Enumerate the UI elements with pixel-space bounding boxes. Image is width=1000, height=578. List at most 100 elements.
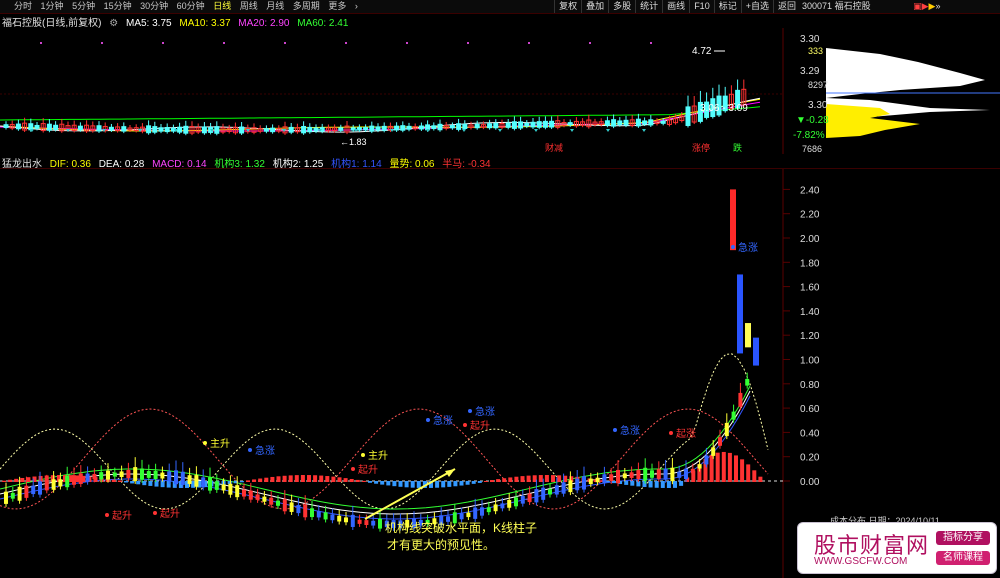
back-button[interactable]: 返回 bbox=[772, 0, 800, 13]
annotation-line1: 机构线突破水平面，K线柱子 bbox=[385, 520, 537, 535]
macd-bar bbox=[624, 481, 629, 485]
tab-15min[interactable]: 15分钟 bbox=[104, 0, 132, 13]
nav-icon[interactable]: » bbox=[935, 1, 940, 11]
tag-die: 跌 bbox=[733, 143, 742, 153]
macd-bar bbox=[14, 478, 19, 482]
indicator-candle bbox=[44, 482, 49, 491]
badge-indicator-share: 指标分享 bbox=[936, 531, 990, 545]
main-candle bbox=[549, 120, 555, 128]
tab-more[interactable]: 更多 bbox=[328, 0, 346, 13]
marker-dot bbox=[40, 42, 42, 44]
indicator-chart[interactable]: 2.40 2.20 2.00 1.80 1.60 1.40 1.20 1.00 0.80 0.60… bbox=[0, 169, 1000, 578]
tab-monthly[interactable]: 月线 bbox=[266, 0, 284, 13]
macd-bar bbox=[398, 481, 403, 487]
main-candle bbox=[493, 122, 499, 129]
main-candle bbox=[363, 127, 369, 131]
tab-1min[interactable]: 1分钟 bbox=[41, 0, 64, 13]
side-label-7686: 7686 bbox=[802, 144, 822, 154]
axis-label: 0.60 bbox=[800, 404, 820, 415]
macd-bar bbox=[246, 480, 250, 482]
main-candle bbox=[604, 120, 610, 126]
axis-label: 1.60 bbox=[800, 283, 820, 294]
indicator-candle bbox=[602, 474, 607, 484]
marker-dot bbox=[650, 42, 652, 44]
overlay-button[interactable]: 叠加 bbox=[581, 0, 608, 13]
flag-icon[interactable]: ▶ bbox=[922, 1, 929, 11]
macd-bar bbox=[709, 454, 714, 482]
macd-bar bbox=[288, 475, 293, 482]
macd-bar bbox=[392, 481, 397, 487]
macd-bar bbox=[117, 480, 122, 482]
signal-dot bbox=[248, 448, 252, 452]
main-candle bbox=[121, 126, 127, 132]
annotation-line2: 才有更大的预见性。 bbox=[387, 537, 495, 552]
spike-candle bbox=[745, 323, 751, 348]
macd-bar bbox=[734, 455, 738, 482]
main-candle bbox=[394, 125, 400, 131]
stock-name: 福石控股 bbox=[834, 1, 871, 11]
marker-dot bbox=[284, 42, 286, 44]
indicator-candle bbox=[282, 499, 287, 512]
indicator-candle bbox=[58, 479, 63, 487]
macd-bar bbox=[447, 481, 452, 487]
macd-bar bbox=[740, 459, 745, 482]
axis-label: 0.40 bbox=[800, 428, 820, 439]
f10-button[interactable]: F10 bbox=[689, 0, 714, 13]
more-arrow-icon[interactable]: › bbox=[355, 0, 358, 13]
indicator-candle bbox=[269, 497, 274, 505]
indicator-candle bbox=[480, 507, 484, 516]
macd-bar bbox=[490, 480, 494, 482]
main-candle bbox=[301, 125, 307, 134]
main-candle bbox=[623, 119, 629, 126]
draw-line-button[interactable]: 画线 bbox=[662, 0, 689, 13]
tab-weekly[interactable]: 周线 bbox=[240, 0, 258, 13]
watermark-url: WWW.GSCFW.COM bbox=[814, 556, 908, 567]
stock-header: 300071 福石控股 ▣▶▶» bbox=[802, 0, 940, 13]
main-kline-chart[interactable]: 4.72 ←1.83 3.06 - 3.09 财减 涨停 跌 3.30 3.29 333 8297… bbox=[0, 28, 1000, 154]
macd-bar bbox=[386, 481, 391, 486]
main-candle bbox=[449, 125, 455, 129]
indicator-candle bbox=[582, 476, 586, 490]
macd-bar bbox=[758, 476, 763, 482]
main-candle bbox=[263, 128, 269, 132]
indicator-candle bbox=[507, 500, 512, 508]
main-candle bbox=[177, 126, 183, 133]
tab-multi-period[interactable]: 多周期 bbox=[293, 0, 320, 13]
main-candle bbox=[511, 121, 517, 129]
indicator-candle bbox=[99, 472, 104, 480]
multi-stock-button[interactable]: 多股 bbox=[608, 0, 635, 13]
main-candle bbox=[53, 124, 59, 130]
indicator-candle bbox=[534, 489, 539, 503]
header-icons[interactable]: ▣ bbox=[913, 1, 922, 11]
macd-bar bbox=[349, 478, 354, 482]
main-candle bbox=[524, 122, 530, 127]
indicator-candle bbox=[92, 473, 97, 480]
indicator-candle bbox=[704, 455, 709, 465]
tab-30min[interactable]: 30分钟 bbox=[140, 0, 168, 13]
add-watchlist-button[interactable]: +自选 bbox=[740, 0, 773, 13]
main-candle bbox=[400, 125, 406, 131]
indicator-candle bbox=[112, 472, 117, 477]
signal-label: 起升 bbox=[470, 420, 490, 432]
indicator-candle bbox=[677, 471, 682, 478]
stats-button[interactable]: 统计 bbox=[635, 0, 662, 13]
main-candle bbox=[418, 125, 424, 130]
tab-daily[interactable]: 日线 bbox=[213, 0, 231, 13]
main-candle bbox=[375, 126, 381, 131]
tab-60min[interactable]: 60分钟 bbox=[177, 0, 205, 13]
indicator-candle bbox=[65, 475, 70, 488]
tab-5min[interactable]: 5分钟 bbox=[72, 0, 95, 13]
annotation-arrowhead bbox=[445, 469, 455, 477]
axis-label: 0.80 bbox=[800, 380, 820, 391]
mark-button[interactable]: 标记 bbox=[713, 0, 741, 13]
signal-label: 起升 bbox=[160, 508, 180, 520]
tab-fenshi[interactable]: 分时 bbox=[14, 0, 32, 13]
side-label-8297: 8297 bbox=[808, 80, 828, 90]
indicator-candle bbox=[201, 477, 206, 488]
macd-bar bbox=[752, 470, 757, 482]
indicator-candle bbox=[357, 519, 362, 524]
indicator-candle bbox=[140, 468, 144, 480]
main-candle bbox=[456, 123, 462, 130]
indicator-candle bbox=[588, 478, 593, 485]
fuquan-button[interactable]: 复权 bbox=[554, 0, 581, 13]
